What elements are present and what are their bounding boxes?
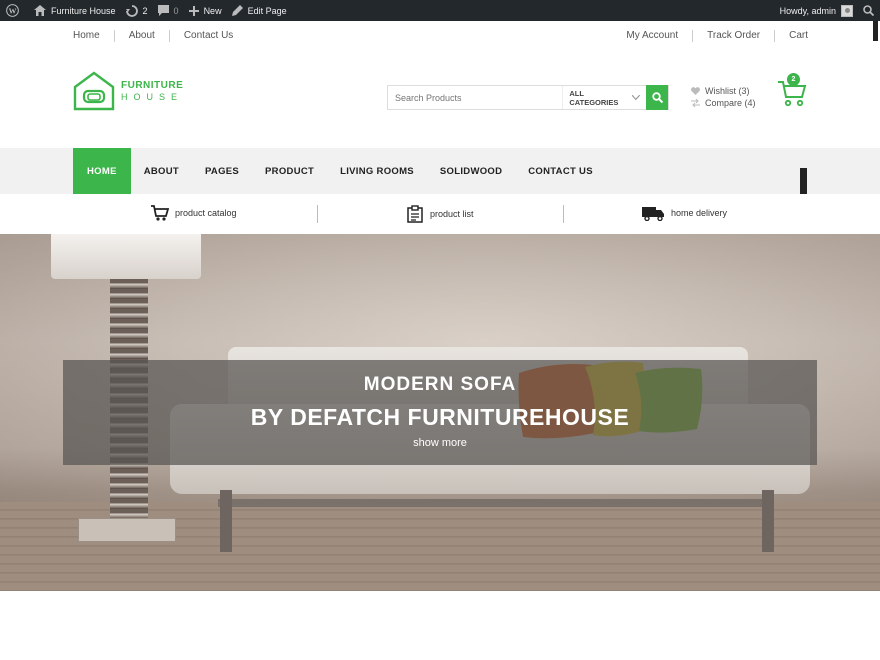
cart-button[interactable]: 2 [777, 73, 807, 107]
site-name: Furniture House [51, 5, 116, 16]
main-nav-pages[interactable]: PAGES [192, 148, 252, 194]
top-nav-track-order[interactable]: Track Order [707, 30, 760, 42]
sofa-leg-image [762, 490, 774, 552]
sofa-leg-image [220, 490, 232, 552]
top-nav-home[interactable]: Home [73, 30, 100, 42]
main-nav-about[interactable]: ABOUT [131, 148, 192, 194]
main-nav-product[interactable]: PRODUCT [252, 148, 327, 194]
top-nav-about[interactable]: About [129, 30, 155, 42]
site-name-link[interactable]: Furniture House [34, 0, 116, 21]
svg-text:W: W [9, 6, 17, 15]
header-links: Wishlist (3) Compare (4) [691, 85, 756, 109]
comments-link[interactable]: 0 [157, 0, 179, 21]
delivery-truck-icon [642, 207, 664, 221]
search-button[interactable] [646, 85, 669, 110]
main-nav-living-rooms[interactable]: LIVING ROOMS [327, 148, 427, 194]
divider [774, 30, 776, 42]
logo-line2: HOUSE [121, 92, 184, 102]
search-icon [651, 92, 663, 103]
divider [692, 30, 694, 42]
edit-page-link[interactable]: Edit Page [231, 0, 287, 21]
product-search: ALL CATEGORIES [387, 85, 669, 110]
main-nav-solidwood[interactable]: SOLIDWOOD [427, 148, 515, 194]
hero-subtitle: BY DEFATCH FURNITUREHOUSE [250, 404, 630, 430]
wordpress-logo-button[interactable]: W [6, 0, 24, 21]
compare-icon [691, 99, 700, 107]
chevron-down-icon [632, 94, 641, 100]
feature-product-catalog[interactable]: product catalog [151, 205, 237, 221]
catalog-cart-icon [151, 205, 169, 221]
edit-icon [231, 5, 243, 16]
heart-icon [691, 87, 700, 95]
hero-title: MODERN SOFA [363, 374, 517, 395]
search-icon[interactable] [863, 5, 874, 16]
house-logo-icon [73, 71, 115, 111]
top-nav-my-account[interactable]: My Account [626, 30, 678, 42]
edit-page-label: Edit Page [247, 5, 287, 16]
compare-link[interactable]: Compare (4) [691, 97, 756, 109]
scrollbar-thumb[interactable] [873, 21, 878, 41]
account-greeting[interactable]: Howdy, admin [780, 6, 836, 16]
search-input[interactable] [388, 86, 563, 109]
divider [168, 30, 170, 42]
main-nav-contact-us[interactable]: CONTACT US [515, 148, 606, 194]
comments-icon [157, 5, 169, 16]
hero-caption: MODERN SOFA BY DEFATCH FURNITUREHOUSE sh… [63, 360, 817, 465]
feature-product-list[interactable]: product list [406, 205, 474, 223]
hero-slider[interactable]: MODERN SOFA BY DEFATCH FURNITUREHOUSE sh… [0, 234, 880, 591]
compare-label: Compare (4) [705, 98, 756, 108]
main-nav-home[interactable]: HOME [73, 148, 131, 194]
main-nav: HOME ABOUT PAGES PRODUCT LIVING ROOMS SO… [0, 148, 880, 194]
list-icon [407, 205, 423, 223]
feature-label: product catalog [175, 208, 237, 218]
admin-bar: W Furniture House 2 0 New Edit Page Howd… [0, 0, 880, 21]
feature-label: home delivery [671, 208, 728, 218]
updates-link[interactable]: 2 [125, 0, 148, 21]
site-header: FURNITURE HOUSE ALL CATEGORIES Wishlist … [0, 51, 880, 148]
category-select[interactable]: ALL CATEGORIES [562, 86, 646, 109]
updates-count: 2 [142, 5, 148, 16]
feature-strip: product catalog product list home delive… [0, 194, 880, 234]
feature-label: product list [430, 209, 474, 219]
wishlist-label: Wishlist (3) [705, 86, 750, 96]
divider [563, 205, 564, 223]
lamp-base-image [78, 518, 176, 542]
wordpress-icon: W [6, 4, 19, 17]
top-nav-contact[interactable]: Contact Us [184, 30, 233, 42]
sofa-rail-image [218, 499, 774, 507]
lamp-shade-image [51, 234, 201, 279]
avatar[interactable] [841, 4, 853, 17]
new-label: New [203, 5, 222, 16]
feature-home-delivery[interactable]: home delivery [641, 205, 727, 221]
divider [113, 30, 115, 42]
category-label: ALL CATEGORIES [569, 88, 619, 107]
plus-icon [188, 5, 199, 16]
wishlist-link[interactable]: Wishlist (3) [691, 85, 756, 97]
new-content-link[interactable]: New [188, 0, 222, 21]
home-icon [34, 5, 46, 16]
show-more-link[interactable]: show more [63, 437, 817, 449]
logo-line1: FURNITURE [121, 80, 184, 91]
top-nav: Home About Contact Us My Account Track O… [0, 21, 880, 51]
cart-count-badge: 2 [787, 73, 800, 86]
divider [317, 205, 318, 223]
top-nav-cart[interactable]: Cart [789, 30, 808, 42]
updates-icon [125, 4, 138, 17]
site-logo[interactable]: FURNITURE HOUSE [73, 71, 183, 111]
comments-count: 0 [173, 5, 179, 16]
